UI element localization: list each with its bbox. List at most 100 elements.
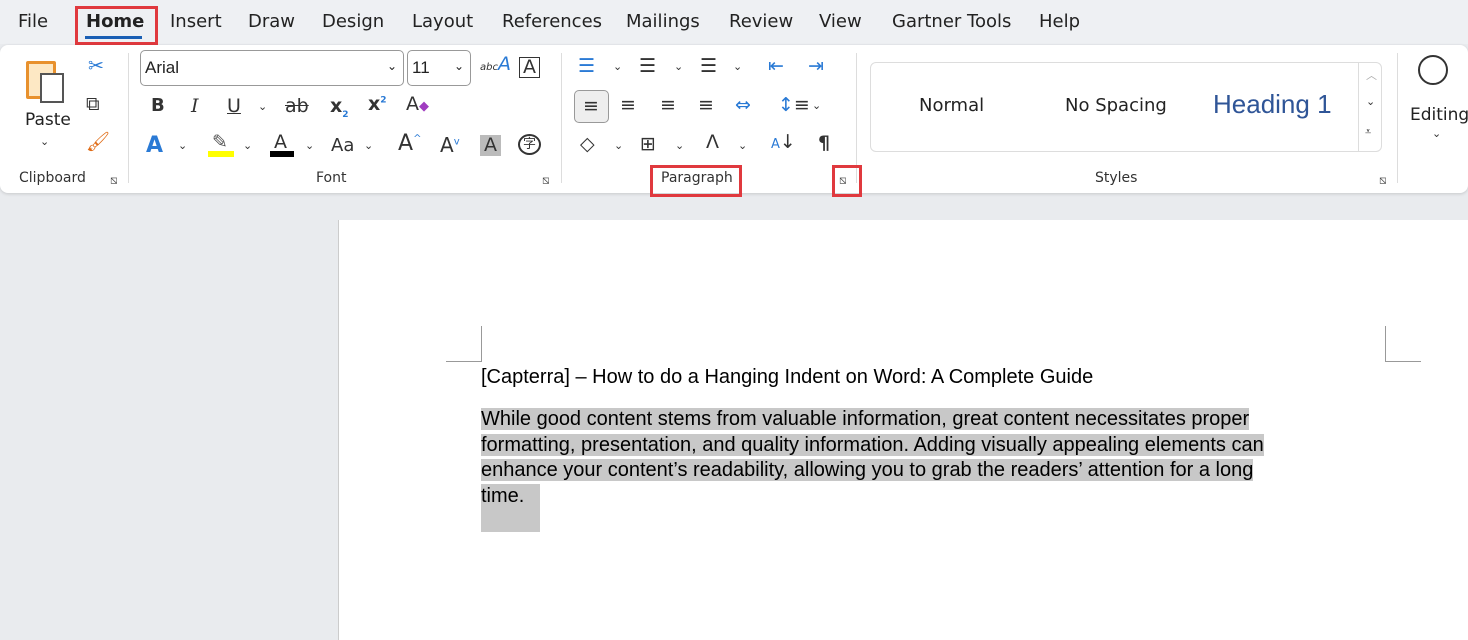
styles-gallery: Normal No Spacing Heading 1 ︿ ⌄ ⩡ bbox=[870, 62, 1382, 152]
paste-button[interactable]: Paste bbox=[25, 110, 71, 130]
highlight-box-home bbox=[75, 6, 158, 45]
change-case-dropdown-icon[interactable]: ⌄ bbox=[364, 139, 373, 152]
font-color-dropdown-icon[interactable]: ⌄ bbox=[305, 139, 314, 152]
text-direction-dropdown-icon[interactable]: ⌄ bbox=[738, 139, 747, 152]
tab-references[interactable]: References bbox=[502, 11, 602, 32]
subscript-icon[interactable]: x2 bbox=[330, 97, 349, 120]
tab-review[interactable]: Review bbox=[729, 11, 793, 32]
justify-icon[interactable]: ≡ bbox=[698, 96, 714, 115]
multilevel-list-icon[interactable]: ☰ bbox=[700, 57, 717, 76]
shading-icon[interactable]: ◇ bbox=[580, 135, 595, 154]
line-spacing-icon[interactable]: ↕≡ bbox=[778, 96, 810, 115]
highlight-dropdown-icon[interactable]: ⌄ bbox=[243, 139, 252, 152]
text-effects-dropdown-icon[interactable]: ⌄ bbox=[178, 139, 187, 152]
separator bbox=[561, 53, 562, 183]
paste-icon[interactable] bbox=[26, 57, 70, 103]
clear-formatting-abc-icon[interactable]: abcA bbox=[480, 55, 511, 74]
shading-dropdown-icon[interactable]: ⌄ bbox=[614, 139, 623, 152]
align-center-icon[interactable]: ≡ bbox=[620, 96, 636, 115]
distributed-icon[interactable]: ⇔ bbox=[735, 96, 751, 115]
clipboard-launcher-icon[interactable]: ⧅ bbox=[110, 173, 118, 188]
document-paragraph[interactable]: While good content stems from valuable i… bbox=[481, 407, 1264, 532]
bullets-icon[interactable]: ☰ bbox=[578, 57, 595, 76]
separator bbox=[1397, 53, 1398, 183]
decrease-indent-icon[interactable]: ⇤ bbox=[768, 57, 784, 76]
highlighter-icon[interactable]: ✎ bbox=[212, 133, 228, 152]
clipboard-group-label: Clipboard bbox=[19, 170, 86, 186]
search-icon[interactable] bbox=[1418, 55, 1448, 85]
font-group-label: Font bbox=[316, 170, 347, 186]
change-case-icon[interactable]: Aa bbox=[331, 137, 354, 155]
chevron-down-icon[interactable]: ⌄ bbox=[454, 59, 464, 73]
multilevel-dropdown-icon[interactable]: ⌄ bbox=[733, 60, 742, 73]
style-heading-1[interactable]: Heading 1 bbox=[1213, 89, 1332, 120]
font-color-swatch bbox=[270, 151, 294, 157]
styles-launcher-icon[interactable]: ⧅ bbox=[1379, 173, 1387, 188]
styles-scroll-up-icon[interactable]: ︿ bbox=[1366, 67, 1377, 83]
styles-more-icon[interactable]: ⩡ bbox=[1365, 125, 1371, 139]
superscript-icon[interactable]: x2 bbox=[368, 95, 387, 114]
align-right-icon[interactable]: ≡ bbox=[660, 96, 676, 115]
tab-view[interactable]: View bbox=[819, 11, 862, 32]
cut-icon[interactable]: ✂ bbox=[88, 57, 104, 76]
tab-insert[interactable]: Insert bbox=[170, 11, 222, 32]
crop-mark bbox=[1385, 326, 1421, 362]
tab-layout[interactable]: Layout bbox=[412, 11, 473, 32]
separator bbox=[856, 53, 857, 183]
editing-button[interactable]: Editing bbox=[1410, 105, 1468, 125]
tab-file[interactable]: File bbox=[18, 11, 48, 32]
editing-dropdown-icon[interactable]: ⌄ bbox=[1432, 127, 1441, 140]
document-page[interactable]: [Capterra] – How to do a Hanging Indent … bbox=[338, 220, 1468, 640]
tab-gartner-tools[interactable]: Gartner Tools bbox=[892, 11, 1011, 32]
increase-indent-icon[interactable]: ⇥ bbox=[808, 57, 824, 76]
italic-icon[interactable]: I bbox=[191, 97, 199, 116]
text-direction-icon[interactable]: Ʌ bbox=[706, 133, 719, 152]
sort-icon[interactable]: A↓ bbox=[771, 133, 796, 152]
styles-scroll: ︿ ⌄ ⩡ bbox=[1358, 63, 1382, 151]
paste-dropdown-icon[interactable]: ⌄ bbox=[40, 135, 49, 148]
grow-font-icon[interactable]: A^ bbox=[398, 133, 421, 155]
line-spacing-dropdown-icon[interactable]: ⌄ bbox=[812, 99, 821, 112]
tab-mailings[interactable]: Mailings bbox=[626, 11, 700, 32]
highlight-color-swatch bbox=[208, 151, 234, 157]
tab-draw[interactable]: Draw bbox=[248, 11, 295, 32]
copy-icon[interactable]: ⧉ bbox=[86, 95, 100, 114]
document-line: time. bbox=[481, 483, 540, 532]
style-normal[interactable]: Normal bbox=[919, 95, 984, 116]
text-effects-icon[interactable]: A bbox=[146, 135, 163, 157]
ribbon-tabs: File Home Insert Draw Design Layout Refe… bbox=[0, 0, 1468, 44]
document-line: enhance your content’s readability, allo… bbox=[481, 459, 1254, 481]
styles-scroll-down-icon[interactable]: ⌄ bbox=[1366, 95, 1375, 108]
separator bbox=[128, 53, 129, 183]
underline-icon[interactable]: U bbox=[227, 97, 241, 116]
numbering-dropdown-icon[interactable]: ⌄ bbox=[674, 60, 683, 73]
style-no-spacing[interactable]: No Spacing bbox=[1065, 95, 1167, 116]
font-launcher-icon[interactable]: ⧅ bbox=[542, 173, 550, 188]
font-name-value: Arial bbox=[145, 58, 180, 77]
clear-formatting-icon[interactable]: A◆ bbox=[406, 95, 429, 114]
align-left-button[interactable]: ≡ bbox=[574, 90, 609, 123]
character-shading-icon[interactable]: A bbox=[480, 135, 501, 156]
shrink-font-icon[interactable]: Av bbox=[440, 135, 460, 155]
tab-design[interactable]: Design bbox=[322, 11, 384, 32]
enclose-characters-icon[interactable]: 字 bbox=[518, 134, 542, 155]
show-formatting-marks-icon[interactable]: ¶ bbox=[818, 134, 830, 153]
text-box-icon[interactable]: A bbox=[519, 57, 540, 78]
font-size-value: 11 bbox=[412, 58, 430, 77]
tab-help[interactable]: Help bbox=[1039, 11, 1080, 32]
bold-icon[interactable]: B bbox=[151, 97, 165, 115]
bullets-dropdown-icon[interactable]: ⌄ bbox=[613, 60, 622, 73]
borders-dropdown-icon[interactable]: ⌄ bbox=[675, 139, 684, 152]
underline-dropdown-icon[interactable]: ⌄ bbox=[258, 100, 267, 113]
font-size-combo[interactable]: 11 ⌄ bbox=[407, 50, 471, 86]
borders-icon[interactable]: ⊞ bbox=[640, 135, 656, 154]
document-title[interactable]: [Capterra] – How to do a Hanging Indent … bbox=[481, 366, 1093, 389]
highlight-box-paragraph bbox=[650, 165, 742, 197]
font-name-combo[interactable]: Arial ⌄ bbox=[140, 50, 404, 86]
chevron-down-icon[interactable]: ⌄ bbox=[387, 59, 397, 73]
strikethrough-icon[interactable]: ab bbox=[285, 97, 309, 116]
format-painter-icon[interactable]: 🖌 bbox=[86, 133, 110, 152]
numbering-icon[interactable]: ☰ bbox=[639, 57, 656, 76]
highlight-box-paragraph-launcher bbox=[832, 165, 862, 197]
font-color-icon[interactable]: A bbox=[274, 133, 287, 152]
